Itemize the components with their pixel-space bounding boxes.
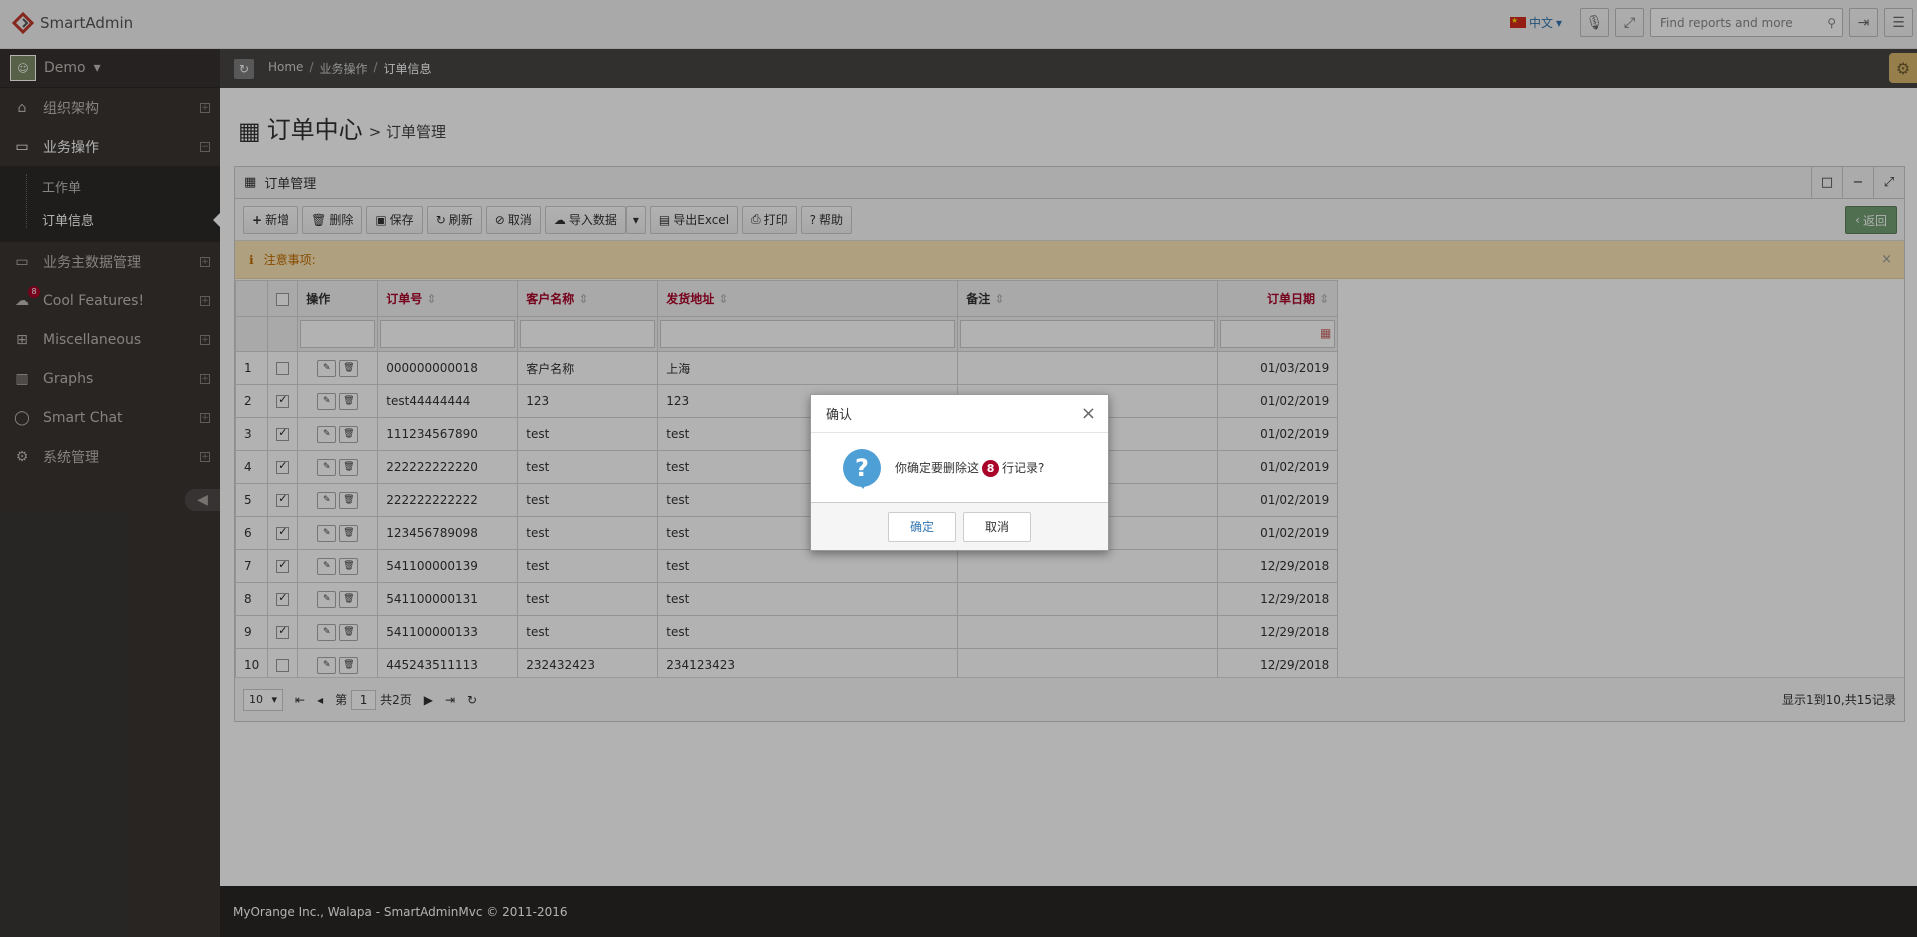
dialog-body: ? 你确定要删除这 8 行记录?: [811, 433, 1108, 503]
dialog-title: 确认: [826, 408, 853, 423]
count-badge: 8: [982, 459, 1000, 477]
confirm-ok-button[interactable]: 确定: [888, 511, 956, 542]
message-before: 你确定要删除这: [895, 460, 980, 475]
question-icon: ?: [843, 448, 881, 489]
confirm-dialog: 确认 × ? 你确定要删除这 8 行记录? 确定 取消: [810, 394, 1109, 551]
dialog-footer: 确定 取消: [811, 503, 1108, 550]
dialog-header: 确认 ×: [811, 395, 1108, 433]
close-icon[interactable]: ×: [1081, 403, 1096, 424]
message-after: 行记录?: [1002, 460, 1045, 475]
dialog-message: 你确定要删除这 8 行记录?: [895, 459, 1044, 477]
confirm-cancel-button[interactable]: 取消: [963, 511, 1031, 542]
